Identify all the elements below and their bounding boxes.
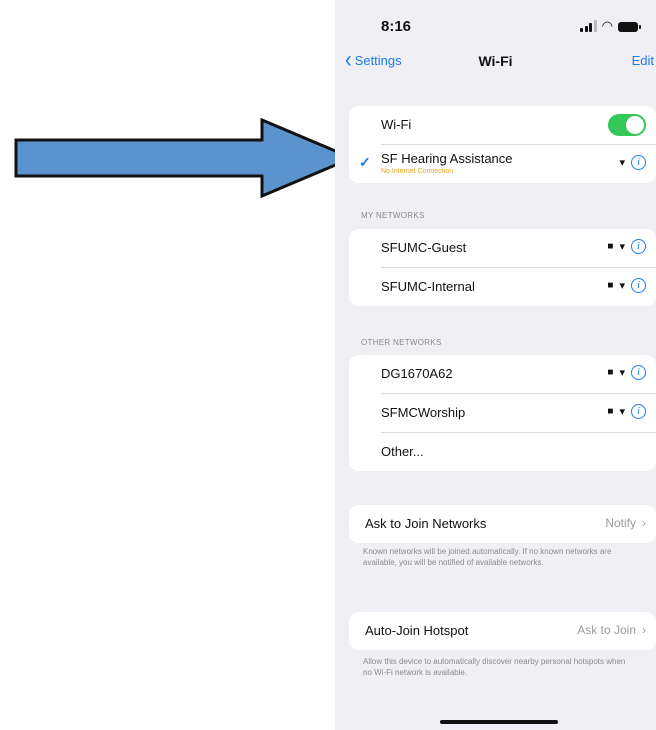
network-row[interactable]: SFMCWorship ■ ▾ i [381, 394, 656, 433]
other-networks-group: DG1670A62 ■ ▾ i SFMCWorship ■ ▾ i Other.… [349, 355, 656, 471]
phone-screen: 8:16 ◠ ‹ Settings Wi-Fi Edit Wi-Fi ✓ SF … [335, 0, 656, 730]
network-name: DG1670A62 [381, 366, 453, 381]
cellular-signal-icon [580, 20, 597, 32]
other-network-label: Other... [381, 444, 424, 459]
network-row[interactable]: SFUMC-Guest ■ ▾ i [381, 229, 656, 268]
info-icon[interactable]: i [631, 155, 646, 170]
my-networks-group: SFUMC-Guest ■ ▾ i SFUMC-Internal ■ ▾ i [349, 229, 656, 306]
wifi-signal-icon: ▾ [619, 367, 625, 379]
lock-icon: ■ [607, 280, 614, 291]
lock-icon: ■ [607, 367, 614, 378]
info-icon[interactable]: i [631, 239, 646, 254]
wifi-toggle-row: Wi-Fi [381, 106, 656, 145]
wifi-group: Wi-Fi ✓ SF Hearing Assistance No Interne… [349, 106, 656, 183]
ask-to-join-value: Notify [605, 516, 636, 530]
network-name: SFUMC-Internal [381, 279, 475, 294]
wifi-toggle[interactable] [608, 114, 646, 136]
auto-join-row[interactable]: Auto-Join Hotspot Ask to Join › [365, 612, 656, 650]
ask-to-join-label: Ask to Join Networks [365, 516, 487, 531]
connected-network-name: SF Hearing Assistance [381, 151, 513, 166]
network-row[interactable]: SFUMC-Internal ■ ▾ i [381, 268, 656, 306]
connection-status: No Internet Connection [381, 168, 453, 175]
home-indicator [440, 720, 558, 724]
network-row[interactable]: DG1670A62 ■ ▾ i [381, 355, 656, 394]
navigation-bar: ‹ Settings Wi-Fi Edit [335, 48, 656, 74]
callout-arrow [14, 118, 354, 198]
wifi-signal-icon: ▾ [619, 280, 625, 292]
chevron-right-icon: › [642, 623, 646, 637]
wifi-label: Wi-Fi [381, 117, 412, 132]
page-title: Wi-Fi [478, 53, 513, 69]
checkmark-icon: ✓ [359, 154, 371, 170]
wifi-signal-icon: ▾ [619, 157, 625, 169]
other-network-row[interactable]: Other... [381, 433, 656, 471]
lock-icon: ■ [607, 241, 614, 252]
auto-join-group: Auto-Join Hotspot Ask to Join › [349, 612, 656, 650]
ask-to-join-group: Ask to Join Networks Notify › [349, 505, 656, 543]
network-name: SFMCWorship [381, 405, 466, 420]
wifi-signal-icon: ▾ [619, 241, 625, 253]
info-icon[interactable]: i [631, 365, 646, 380]
auto-join-value: Ask to Join [577, 623, 636, 637]
ask-to-join-row[interactable]: Ask to Join Networks Notify › [365, 505, 656, 543]
chevron-right-icon: › [642, 516, 646, 530]
ask-to-join-description: Known networks will be joined automatica… [363, 547, 612, 567]
my-networks-header: MY NETWORKS [361, 211, 425, 220]
auto-join-label: Auto-Join Hotspot [365, 623, 469, 638]
connected-network-row[interactable]: ✓ SF Hearing Assistance No Internet Conn… [359, 145, 656, 183]
status-time: 8:16 [381, 18, 412, 35]
info-icon[interactable]: i [631, 404, 646, 419]
edit-button[interactable]: Edit [632, 53, 654, 68]
status-icons: ◠ [580, 18, 641, 33]
wifi-signal-icon: ▾ [619, 406, 625, 418]
battery-icon [618, 22, 641, 32]
auto-join-description: Allow this device to automatically disco… [363, 657, 626, 677]
network-name: SFUMC-Guest [381, 240, 467, 255]
lock-icon: ■ [607, 406, 614, 417]
wifi-status-icon: ◠ [601, 18, 613, 33]
status-bar: 8:16 ◠ [335, 18, 656, 38]
info-icon[interactable]: i [631, 278, 646, 293]
other-networks-header: OTHER NETWORKS [361, 338, 442, 347]
